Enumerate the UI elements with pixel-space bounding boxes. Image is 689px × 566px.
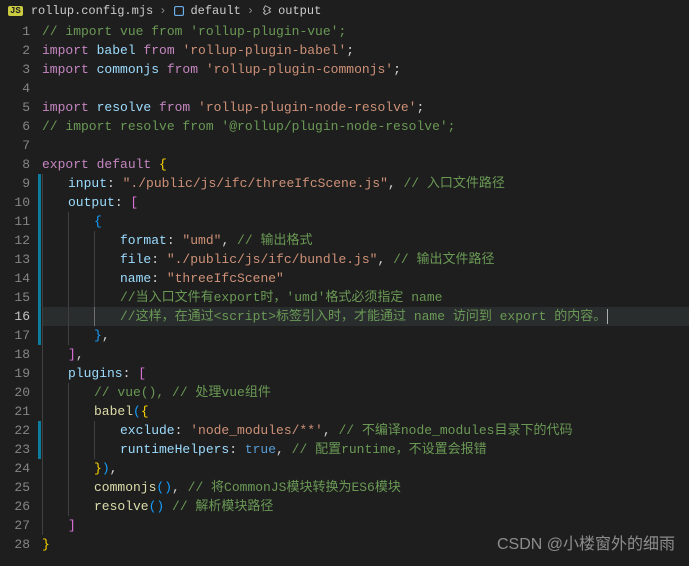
modified-gutter-bar (38, 440, 41, 459)
modified-gutter-bar (38, 250, 41, 269)
code-line[interactable]: format: "umd", // 输出格式 (42, 231, 689, 250)
code-line[interactable]: ], (42, 345, 689, 364)
code-line[interactable]: runtimeHelpers: true, // 配置runtime，不设置会报… (42, 440, 689, 459)
code-line[interactable] (42, 136, 689, 155)
code-line[interactable] (42, 79, 689, 98)
line-number: 1 (0, 22, 30, 41)
symbol-module-icon (172, 4, 186, 18)
symbol-property-icon (260, 4, 274, 18)
line-number: 4 (0, 79, 30, 98)
code-line[interactable]: commonjs(), // 将CommonJS模块转换为ES6模块 (42, 478, 689, 497)
line-number: 11 (0, 212, 30, 231)
line-number: 21 (0, 402, 30, 421)
line-number: 14 (0, 269, 30, 288)
line-number: 9 (0, 174, 30, 193)
breadcrumb-symbol-1[interactable]: default (190, 4, 240, 18)
code-line[interactable]: // vue(), // 处理vue组件 (42, 383, 689, 402)
code-line[interactable]: // import vue from 'rollup-plugin-vue'; (42, 22, 689, 41)
chevron-right-icon: › (159, 4, 166, 18)
line-number-gutter: 1234567891011121314151617181920212223242… (0, 22, 42, 566)
file-type-badge: JS (8, 6, 23, 16)
chevron-right-icon: › (247, 4, 254, 18)
line-number: 6 (0, 117, 30, 136)
code-line[interactable]: import commonjs from 'rollup-plugin-comm… (42, 60, 689, 79)
code-line[interactable]: import resolve from 'rollup-plugin-node-… (42, 98, 689, 117)
line-number: 28 (0, 535, 30, 554)
code-area[interactable]: // import vue from 'rollup-plugin-vue';i… (42, 22, 689, 566)
modified-gutter-bar (38, 269, 41, 288)
modified-gutter-bar (38, 193, 41, 212)
line-number: 16 (0, 307, 30, 326)
line-number: 26 (0, 497, 30, 516)
line-number: 15 (0, 288, 30, 307)
code-line[interactable]: // import resolve from '@rollup/plugin-n… (42, 117, 689, 136)
line-number: 3 (0, 60, 30, 79)
code-line[interactable]: import babel from 'rollup-plugin-babel'; (42, 41, 689, 60)
code-line[interactable]: //这样，在通过<script>标签引入时，才能通过 name 访问到 expo… (42, 307, 689, 326)
line-number: 2 (0, 41, 30, 60)
line-number: 18 (0, 345, 30, 364)
line-number: 7 (0, 136, 30, 155)
code-line[interactable]: } (42, 535, 689, 554)
line-number: 8 (0, 155, 30, 174)
code-line[interactable]: resolve() // 解析模块路径 (42, 497, 689, 516)
breadcrumb[interactable]: JS rollup.config.mjs › default › output (0, 0, 689, 22)
code-line[interactable]: plugins: [ (42, 364, 689, 383)
code-line[interactable]: name: "threeIfcScene" (42, 269, 689, 288)
line-number: 13 (0, 250, 30, 269)
code-line[interactable]: ] (42, 516, 689, 535)
modified-gutter-bar (38, 421, 41, 440)
line-number: 12 (0, 231, 30, 250)
modified-gutter-bar (38, 288, 41, 307)
line-number: 22 (0, 421, 30, 440)
modified-gutter-bar (38, 326, 41, 345)
text-cursor (607, 309, 608, 324)
code-line[interactable]: file: "./public/js/ifc/bundle.js", // 输出… (42, 250, 689, 269)
code-line[interactable]: output: [ (42, 193, 689, 212)
line-number: 10 (0, 193, 30, 212)
modified-gutter-bar (38, 212, 41, 231)
line-number: 25 (0, 478, 30, 497)
breadcrumb-file[interactable]: rollup.config.mjs (31, 4, 153, 18)
code-line[interactable]: //当入口文件有export时，'umd'格式必须指定 name (42, 288, 689, 307)
code-line[interactable]: input: "./public/js/ifc/threeIfcScene.js… (42, 174, 689, 193)
line-number: 5 (0, 98, 30, 117)
line-number: 20 (0, 383, 30, 402)
code-line[interactable]: babel({ (42, 402, 689, 421)
modified-gutter-bar (38, 174, 41, 193)
modified-gutter-bar (38, 307, 41, 326)
code-line[interactable]: exclude: 'node_modules/**', // 不编译node_m… (42, 421, 689, 440)
code-line[interactable]: }, (42, 326, 689, 345)
code-line[interactable]: { (42, 212, 689, 231)
line-number: 23 (0, 440, 30, 459)
line-number: 19 (0, 364, 30, 383)
breadcrumb-symbol-2[interactable]: output (278, 4, 321, 18)
line-number: 24 (0, 459, 30, 478)
code-line[interactable]: export default { (42, 155, 689, 174)
line-number: 27 (0, 516, 30, 535)
modified-gutter-bar (38, 231, 41, 250)
code-editor[interactable]: 1234567891011121314151617181920212223242… (0, 22, 689, 566)
line-number: 17 (0, 326, 30, 345)
code-line[interactable]: }), (42, 459, 689, 478)
